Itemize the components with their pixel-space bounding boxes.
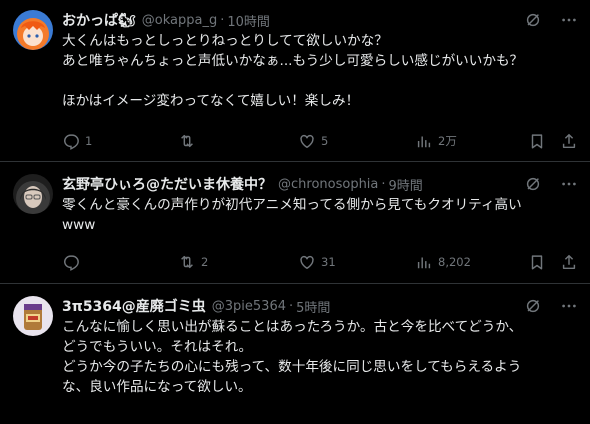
- bookmark-button[interactable]: [528, 131, 546, 151]
- post-text: こんなに愉しく思い出が蘇ることはあったろうか。古と今を比べてどうか、 どうでもう…: [62, 319, 523, 395]
- reply-icon: [62, 132, 80, 150]
- post-2[interactable]: 玄野亭ひぃろ@ただいま休養中？ @chronosophia · 9時間 零くんと…: [0, 162, 590, 284]
- dark-hair-avatar-icon[interactable]: [13, 174, 53, 214]
- bookmark-icon: [528, 132, 546, 150]
- post-header: 3π5364@産廃ゴミ虫 @3pie5364 · 5時間: [62, 296, 578, 316]
- grok-icon[interactable]: [524, 297, 542, 315]
- repost-count: 2: [201, 255, 209, 269]
- user-handle[interactable]: @okappa_g: [142, 13, 217, 28]
- like-button[interactable]: 31: [298, 252, 336, 272]
- separator-dot: ·: [289, 298, 294, 314]
- like-count: 5: [321, 134, 329, 148]
- reply-icon: [62, 253, 80, 271]
- repost-button[interactable]: 2: [178, 252, 208, 272]
- like-icon: [298, 132, 316, 150]
- like-button[interactable]: 5: [298, 131, 328, 151]
- post-time[interactable]: 9時間: [389, 175, 423, 194]
- display-name[interactable]: 3π5364@産廃ゴミ虫: [62, 296, 206, 316]
- post-1[interactable]: おかっぱ🐿 @okappa_g · 10時間 大くんはもっとしっとりねっとりして…: [0, 0, 590, 162]
- grok-icon[interactable]: [524, 11, 542, 29]
- display-name[interactable]: おかっぱ🐿: [62, 10, 136, 30]
- views-icon: [415, 132, 433, 150]
- views-button[interactable]: 8,202: [415, 252, 471, 272]
- bookmark-button[interactable]: [528, 252, 546, 272]
- more-options-icon[interactable]: [560, 175, 578, 193]
- repost-icon: [178, 253, 196, 271]
- views-icon: [415, 253, 433, 271]
- orange-hair-avatar-icon[interactable]: [13, 10, 53, 50]
- views-button[interactable]: 2万: [415, 131, 457, 151]
- bookmark-icon: [528, 253, 546, 271]
- cup-avatar-icon[interactable]: [13, 296, 53, 336]
- share-button[interactable]: [560, 252, 578, 272]
- share-icon: [560, 132, 578, 150]
- reply-button[interactable]: 1: [62, 131, 92, 151]
- more-options-icon[interactable]: [560, 297, 578, 315]
- repost-button[interactable]: [178, 131, 201, 151]
- view-count: 8,202: [438, 255, 471, 269]
- user-handle[interactable]: @chronosophia: [278, 177, 378, 192]
- share-icon: [560, 253, 578, 271]
- post-time[interactable]: 10時間: [227, 11, 270, 30]
- repost-icon: [178, 132, 196, 150]
- post-header: おかっぱ🐿 @okappa_g · 10時間: [62, 10, 578, 30]
- share-button[interactable]: [560, 131, 578, 151]
- separator-dot: ·: [220, 12, 225, 28]
- more-options-icon[interactable]: [560, 11, 578, 29]
- reply-count: 1: [85, 134, 93, 148]
- display-name[interactable]: 玄野亭ひぃろ@ただいま休養中？: [62, 174, 272, 194]
- grok-icon[interactable]: [524, 175, 542, 193]
- like-count: 31: [321, 255, 336, 269]
- post-3[interactable]: 3π5364@産廃ゴミ虫 @3pie5364 · 5時間 こんなに愉しく思い出が…: [0, 284, 590, 424]
- post-actions: 1 5 2万: [62, 131, 578, 151]
- reply-button[interactable]: [62, 252, 85, 272]
- post-actions: 2 31 8,202: [62, 252, 578, 272]
- post-text: 零くんと豪くんの声作りが初代アニメ知ってる側から見てもクオリティ高い www: [62, 197, 522, 233]
- post-header: 玄野亭ひぃろ@ただいま休養中？ @chronosophia · 9時間: [62, 174, 578, 194]
- separator-dot: ·: [381, 176, 386, 192]
- post-time[interactable]: 5時間: [296, 297, 330, 316]
- timeline-feed: おかっぱ🐿 @okappa_g · 10時間 大くんはもっとしっとりねっとりして…: [0, 0, 590, 424]
- user-handle[interactable]: @3pie5364: [212, 299, 286, 314]
- post-text: 大くんはもっとしっとりねっとりしてて欲しいかな？ あと唯ちゃんちょっと声低いかな…: [62, 33, 524, 109]
- view-count: 2万: [438, 134, 457, 148]
- like-icon: [298, 253, 316, 271]
